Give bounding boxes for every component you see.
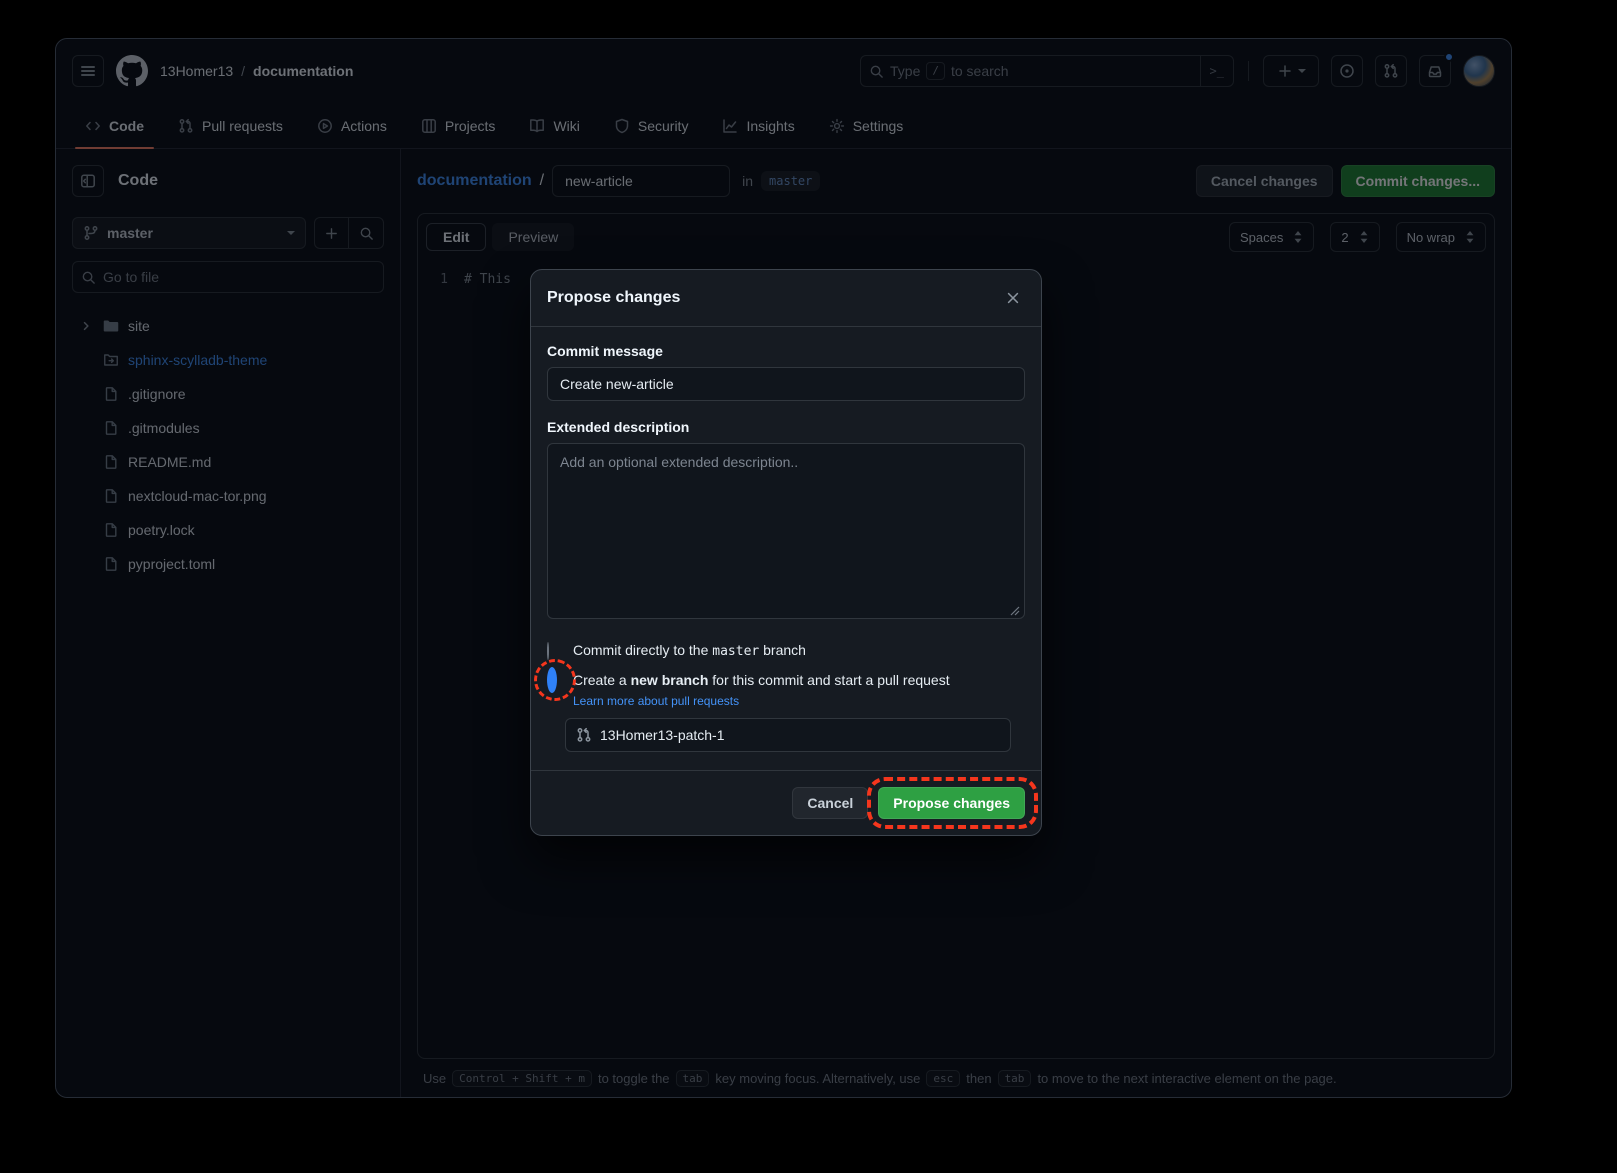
extended-description-label: Extended description — [547, 419, 1025, 435]
dialog-body: Commit message Extended description Comm… — [531, 327, 1041, 770]
branch-name-inline: master — [712, 644, 759, 659]
new-branch-name-input[interactable] — [565, 718, 1011, 752]
resize-grip-icon[interactable] — [1010, 606, 1020, 616]
radio-direct-label: Commit directly to the master branch — [573, 642, 806, 659]
dialog-header: Propose changes — [531, 270, 1041, 327]
learn-more-link[interactable]: Learn more about pull requests — [573, 694, 1025, 708]
propose-changes-dialog: Propose changes Commit message Extended … — [530, 269, 1042, 836]
extended-description-textarea[interactable] — [547, 443, 1025, 619]
cancel-button[interactable]: Cancel — [792, 787, 868, 819]
dialog-title: Propose changes — [547, 289, 1001, 307]
radio-option-commit-direct[interactable]: Commit directly to the master branch — [547, 642, 1025, 659]
radio-unselected[interactable] — [547, 642, 549, 660]
close-button[interactable] — [1001, 286, 1025, 310]
radio-branch-label: Create a new branch for this commit and … — [573, 672, 950, 688]
annotation-dashed-rectangle — [867, 777, 1038, 829]
close-icon — [1006, 291, 1020, 305]
commit-message-input[interactable] — [547, 367, 1025, 401]
github-window: 13Homer13 / documentation Type / to sear… — [55, 38, 1512, 1098]
git-pull-request-icon — [576, 727, 592, 743]
dialog-footer: Cancel Propose changes — [531, 770, 1041, 835]
commit-message-label: Commit message — [547, 343, 1025, 359]
radio-option-new-branch[interactable]: Create a new branch for this commit and … — [547, 672, 1025, 688]
